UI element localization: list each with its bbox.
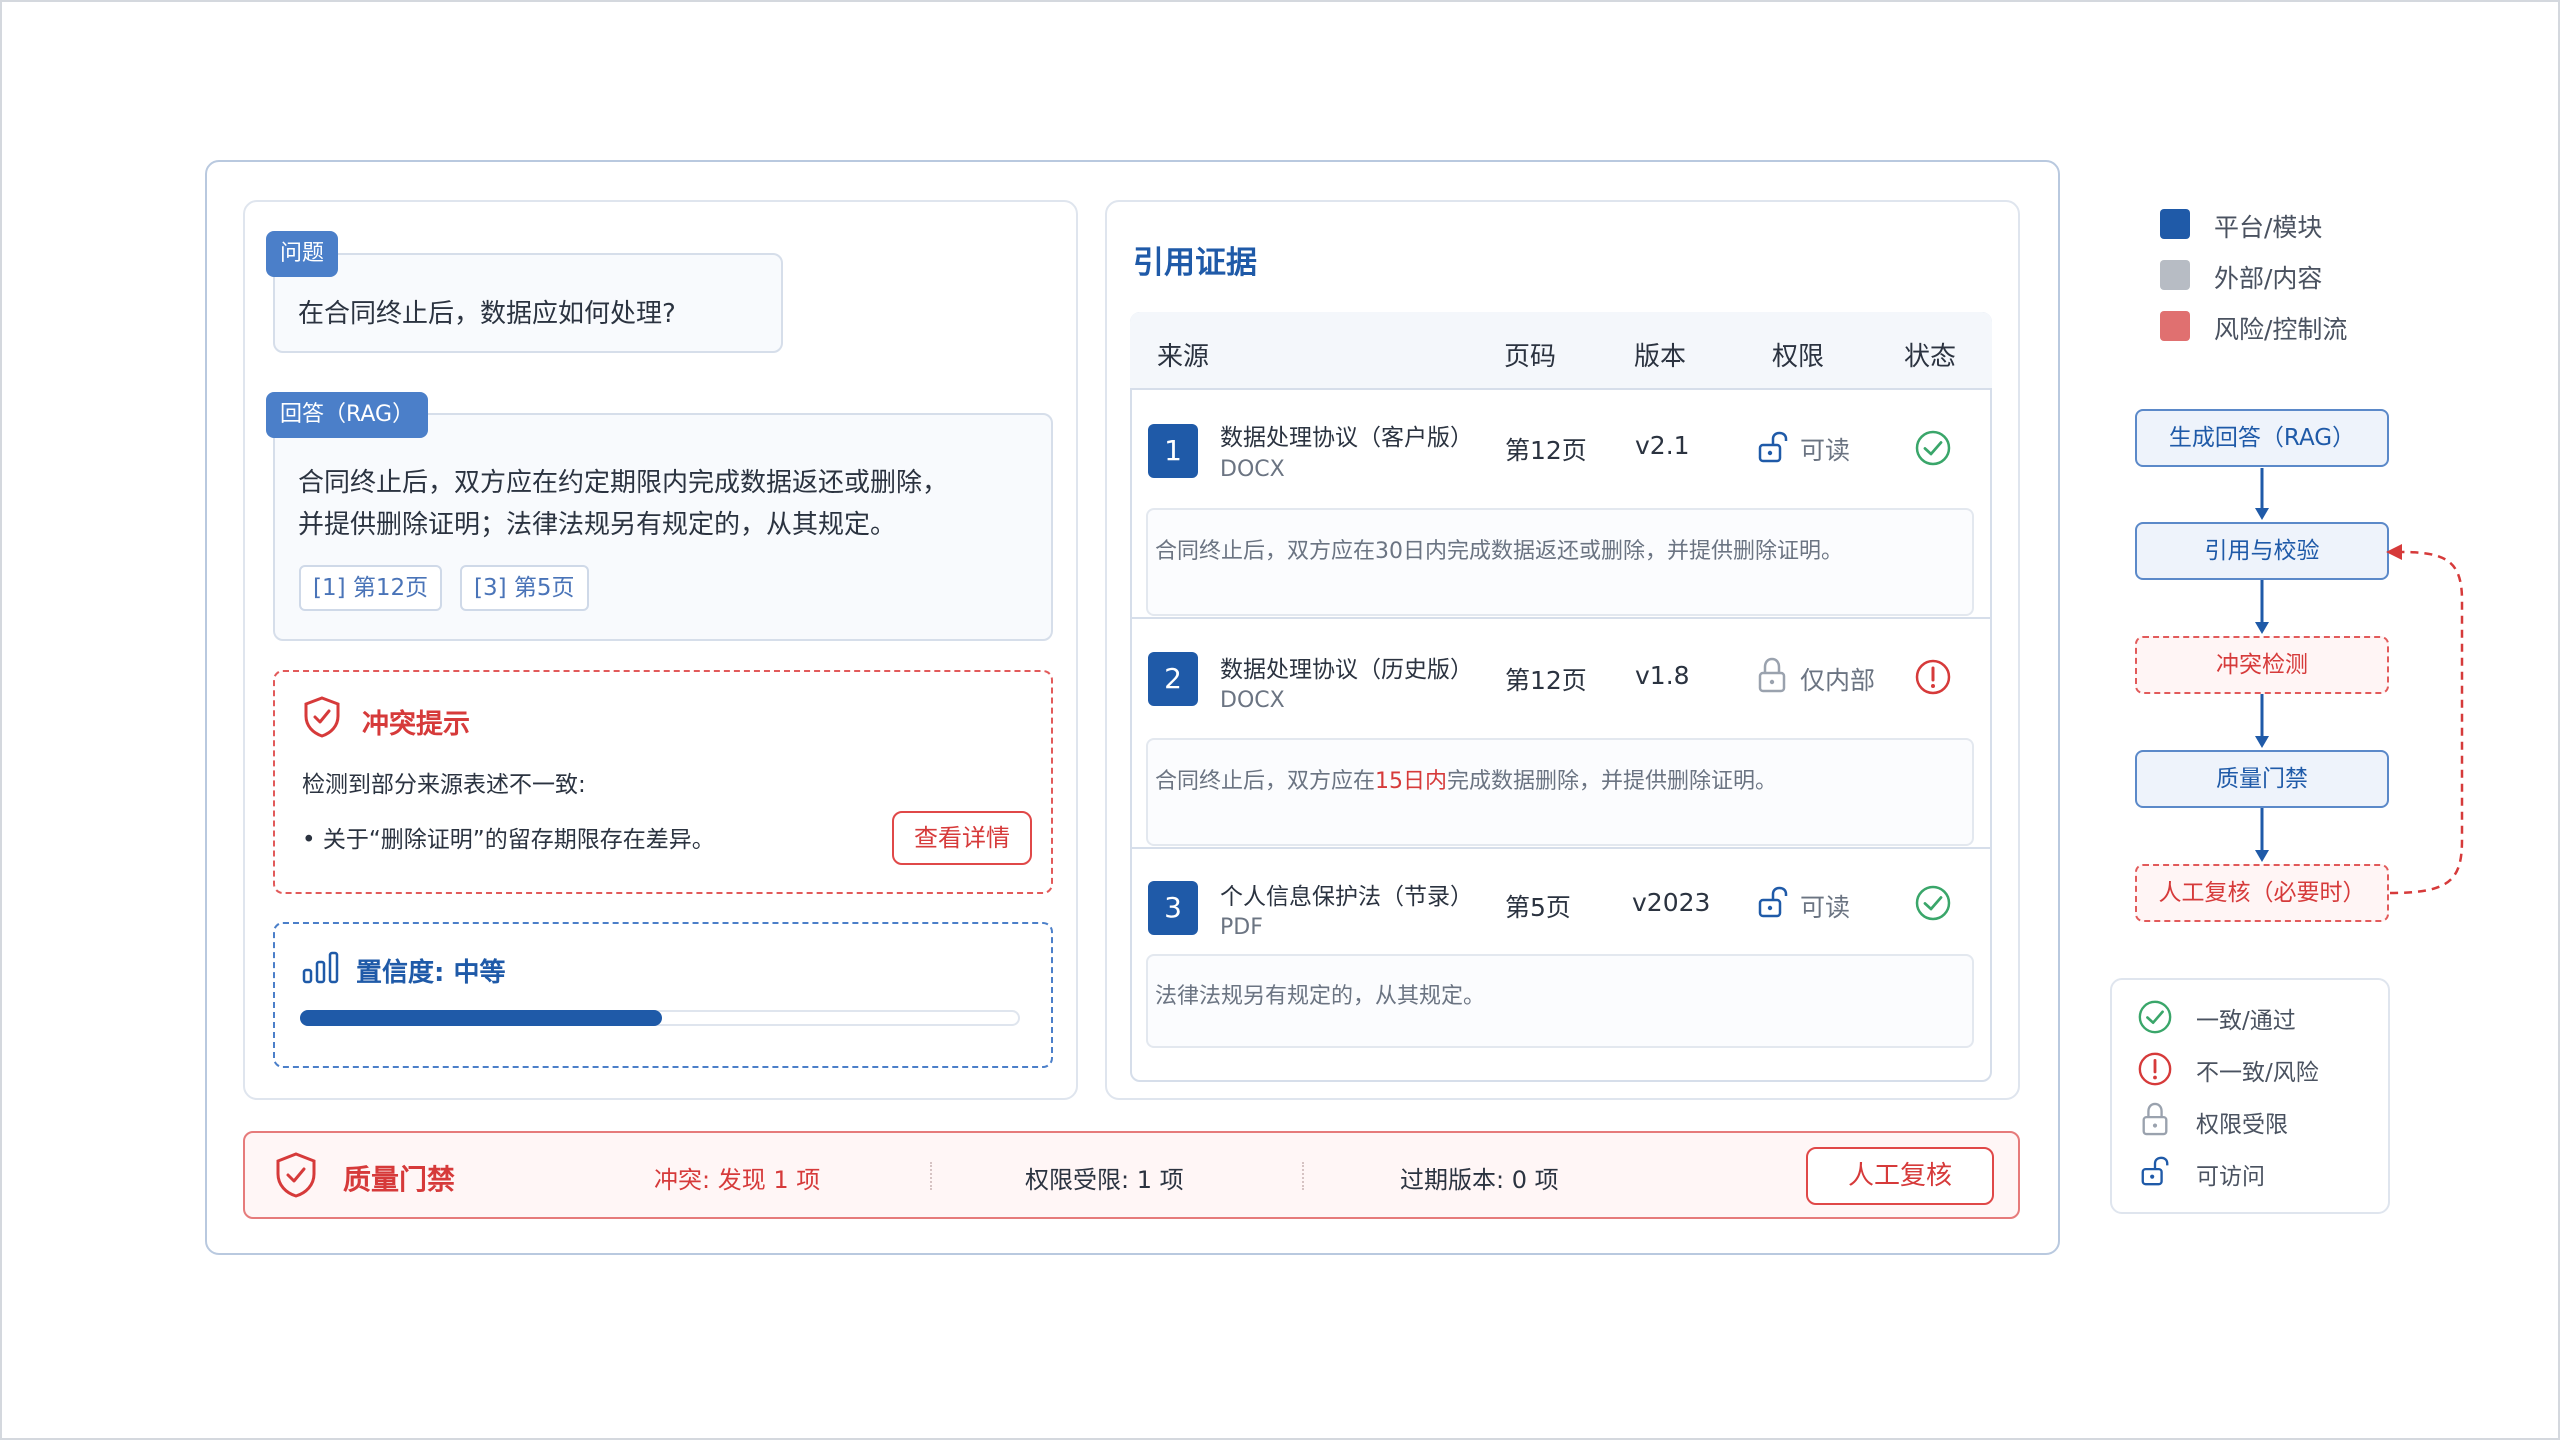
- shield-check-icon: [276, 1152, 316, 1198]
- version-cell: v2.1: [1635, 431, 1690, 460]
- source-type: DOCX: [1220, 457, 1285, 482]
- lock-icon: [1758, 657, 1786, 693]
- confidence-bar-fill: [300, 1010, 662, 1026]
- gate-expired-count: 过期版本: 0 项: [1400, 1166, 1559, 1194]
- bar-chart-icon: [302, 951, 339, 984]
- source-title[interactable]: 个人信息保护法（节录）: [1220, 877, 1473, 911]
- snippet-text: 合同终止后，双方应在30日内完成数据返还或删除，并提供删除证明。: [1155, 539, 1843, 564]
- permission-cell: 可读: [1800, 893, 1851, 922]
- legend-swatch-risk: [2160, 311, 2190, 341]
- row-number-badge: 1: [1148, 424, 1198, 478]
- gate-conflict-count: 冲突: 发现 1 项: [654, 1166, 821, 1194]
- page-cell: 第5页: [1505, 893, 1571, 922]
- quality-gate-title: 质量门禁: [343, 1163, 456, 1196]
- question-text: 在合同终止后，数据应如何处理?: [298, 299, 676, 329]
- legend-label-risk: 风险/控制流: [2214, 315, 2348, 344]
- view-details-button[interactable]: 查看详情: [892, 811, 1032, 865]
- source-type: PDF: [1220, 915, 1263, 940]
- conflict-bullet: • 关于“删除证明”的留存期限存在差异。: [302, 827, 715, 853]
- question-tag: 问题: [266, 231, 339, 277]
- unlock-icon: [1758, 886, 1788, 918]
- manual-review-button[interactable]: 人工复核: [1806, 1147, 1994, 1205]
- row-number-badge: 2: [1148, 652, 1198, 706]
- shield-check-icon: [304, 696, 340, 738]
- answer-line-2: 并提供删除证明；法律法规另有规定的，从其规定。: [298, 510, 897, 540]
- source-type: DOCX: [1220, 688, 1285, 713]
- snippet-text: 合同终止后，双方应在15日内完成数据删除，并提供删除证明。: [1155, 769, 1778, 794]
- check-circle-icon: [2138, 1000, 2172, 1034]
- conflict-description: 检测到部分来源表述不一致:: [302, 772, 586, 798]
- check-circle-icon: [1915, 885, 1951, 921]
- snippet-highlight: 15日内: [1375, 769, 1448, 794]
- alert-circle-icon: [1915, 659, 1951, 695]
- header-source: 来源: [1157, 342, 1210, 372]
- unlock-icon: [2141, 1156, 2169, 1186]
- answer-tag: 回答（RAG）: [266, 392, 429, 438]
- legend-swatch-external: [2160, 260, 2190, 290]
- version-cell: v2023: [1632, 888, 1711, 917]
- gate-divider: [1302, 1162, 1304, 1190]
- page-cell: 第12页: [1505, 666, 1587, 695]
- version-cell: v1.8: [1635, 661, 1690, 690]
- citation-chip-1[interactable]: [1] 第12页: [299, 565, 443, 611]
- snippet-text: 法律法规另有规定的，从其规定。: [1155, 984, 1486, 1009]
- legend-label-platform: 平台/模块: [2214, 213, 2323, 242]
- alert-circle-icon: [2138, 1052, 2172, 1086]
- flow-arrows: [2255, 468, 2464, 895]
- answer-line-1: 合同终止后，双方应在约定期限内完成数据返还或删除，: [298, 468, 949, 498]
- header-permission: 权限: [1772, 342, 1825, 372]
- confidence-box: [273, 922, 1053, 1068]
- unlock-icon: [1758, 431, 1788, 463]
- permission-cell: 仅内部: [1800, 666, 1876, 695]
- gate-permission-count: 权限受限: 1 项: [1025, 1166, 1184, 1194]
- status-legend-pass: 一致/通过: [2196, 1008, 2296, 1034]
- table-header-row: [1130, 312, 1992, 390]
- citation-chip-3[interactable]: [3] 第5页: [460, 565, 589, 611]
- evidence-title: 引用证据: [1133, 245, 1257, 281]
- check-circle-icon: [1915, 430, 1951, 466]
- row-number-badge: 3: [1148, 881, 1198, 935]
- permission-cell: 可读: [1800, 436, 1851, 465]
- header-page: 页码: [1504, 342, 1557, 372]
- header-status: 状态: [1904, 342, 1957, 372]
- status-legend-restricted: 权限受限: [2196, 1112, 2288, 1138]
- source-title[interactable]: 数据处理协议（客户版）: [1220, 418, 1473, 452]
- gate-divider: [930, 1162, 932, 1190]
- conflict-title: 冲突提示: [362, 709, 470, 740]
- page-cell: 第12页: [1505, 436, 1587, 465]
- lock-icon: [2142, 1102, 2168, 1136]
- row-divider: [1132, 617, 1990, 619]
- legend-label-external: 外部/内容: [2214, 264, 2323, 293]
- header-version: 版本: [1634, 342, 1687, 372]
- confidence-label: 置信度: 中等: [356, 958, 506, 988]
- status-legend-accessible: 可访问: [2196, 1164, 2265, 1190]
- status-legend-risk: 不一致/风险: [2196, 1060, 2319, 1086]
- flow-node-generate: 生成回答（RAG）: [2135, 409, 2389, 467]
- source-title[interactable]: 数据处理协议（历史版）: [1220, 650, 1473, 684]
- row-divider: [1132, 847, 1990, 849]
- legend-swatch-platform: [2160, 209, 2190, 239]
